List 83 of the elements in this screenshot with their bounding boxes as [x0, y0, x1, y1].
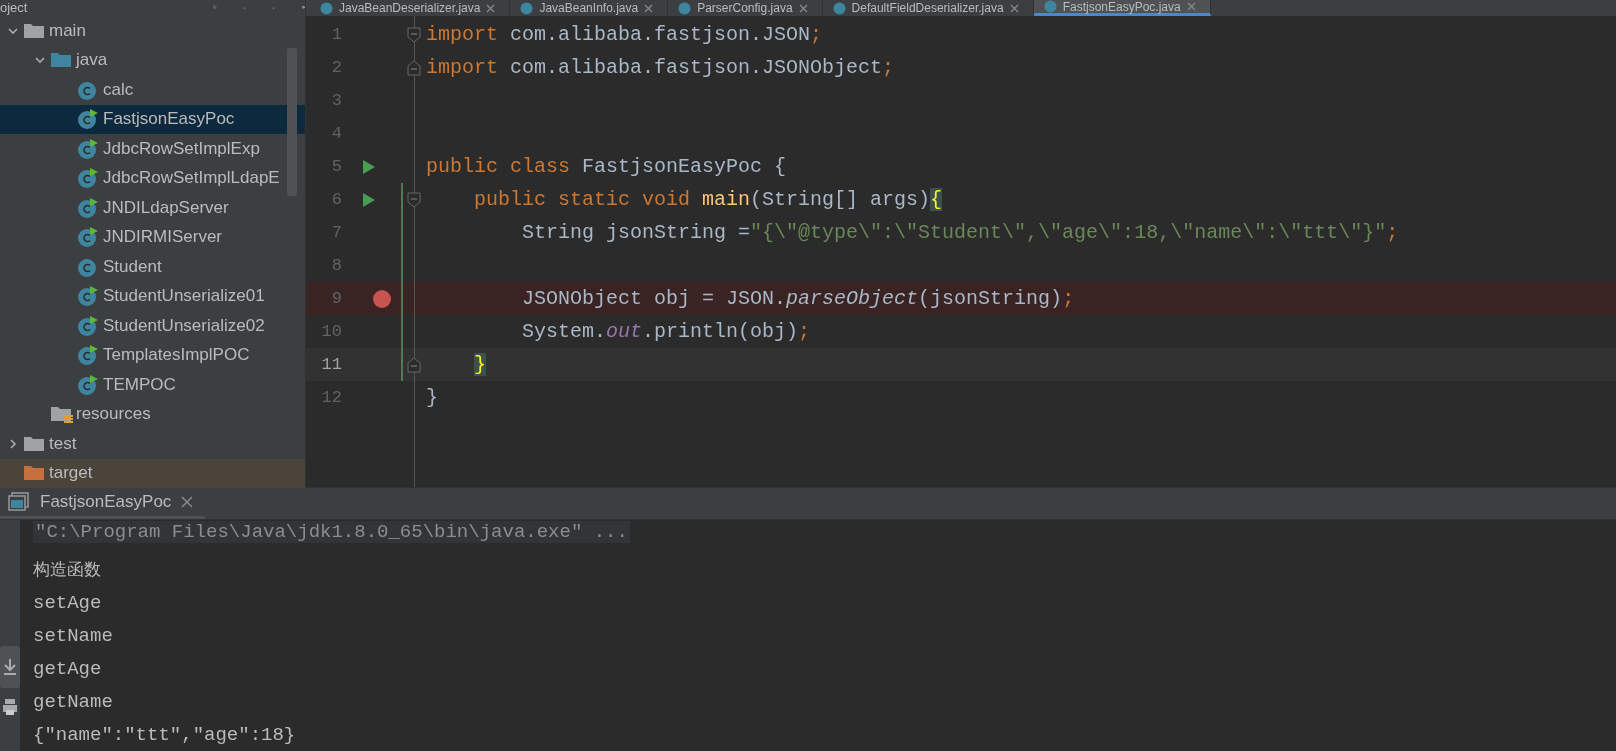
runnable-class-icon: [77, 167, 99, 190]
tree-item[interactable]: StudentUnserialize02: [0, 311, 305, 341]
scroll-to-end-button[interactable]: [0, 646, 20, 688]
fold-icon[interactable]: [407, 26, 421, 43]
line-number: 8: [330, 256, 342, 275]
run-command: "C:\Program Files\Java\jdk1.8.0_65\bin\java.exe" ...: [33, 521, 630, 543]
console-output: setName: [33, 624, 113, 647]
line-number: 11: [320, 355, 342, 374]
close-icon[interactable]: [181, 496, 194, 508]
line-number: 7: [330, 223, 342, 242]
close-icon[interactable]: [798, 3, 808, 13]
runnable-class-icon: [77, 137, 99, 160]
editor-tab[interactable]: JavaBeanInfo.java: [510, 0, 669, 16]
close-icon[interactable]: [1009, 3, 1019, 13]
tree-item[interactable]: JdbcRowSetImplExp: [0, 134, 305, 164]
runnable-class-icon: [77, 108, 99, 131]
tree-item[interactable]: test: [0, 429, 305, 459]
line-number: 2: [330, 58, 342, 77]
tree-item[interactable]: Student: [0, 252, 305, 282]
tree-item[interactable]: JdbcRowSetImplLdapE: [0, 163, 305, 193]
console-icon: [8, 492, 30, 512]
fold-icon[interactable]: [407, 191, 421, 208]
line-number: 10: [320, 322, 342, 341]
tree-item[interactable]: JNDILdapServer: [0, 193, 305, 223]
class-icon: [320, 1, 333, 15]
class-icon: [678, 1, 692, 15]
code-line: }: [425, 386, 439, 409]
close-icon[interactable]: [486, 3, 496, 13]
close-icon[interactable]: [1186, 2, 1196, 11]
runnable-class-icon: [77, 373, 99, 396]
code-line: public class FastjsonEasyPoc {: [425, 155, 788, 178]
line-number: 6: [330, 190, 342, 209]
tree-item[interactable]: TemplatesImplPOC: [0, 340, 305, 370]
console-output: setAge: [33, 591, 102, 614]
runnable-class-icon: [77, 196, 99, 219]
tree-item[interactable]: calc: [0, 75, 305, 105]
fold-icon[interactable]: [407, 356, 421, 373]
tree-item[interactable]: main: [0, 16, 305, 46]
line-number: 1: [330, 25, 342, 44]
tree-item[interactable]: resources: [0, 399, 305, 429]
tree-item[interactable]: java: [0, 45, 305, 75]
tree-item[interactable]: target: [0, 458, 305, 488]
editor-tab[interactable]: FastjsonEasyPoc.java: [1033, 0, 1211, 16]
class-icon: [1043, 0, 1057, 13]
code-line: String jsonString ="{\"@type\":\"Student\",\"age\":18,\"name\":\"ttt\"}";: [521, 221, 1400, 244]
runnable-class-icon: [77, 314, 99, 337]
tree-item[interactable]: FastjsonEasyPoc: [0, 104, 305, 134]
tree-item[interactable]: JNDIRMIServer: [0, 222, 305, 252]
chevron-right-icon[interactable]: [7, 437, 19, 450]
class-icon: [832, 1, 846, 15]
line-number: 5: [330, 157, 342, 176]
line-number: 12: [320, 388, 342, 407]
printer-icon[interactable]: [3, 698, 17, 716]
resources-folder-icon: [50, 404, 74, 425]
scrollbar[interactable]: [287, 48, 297, 196]
code-line: import com.alibaba.fastjson.JSONObject;: [425, 56, 896, 79]
code-line: System.out.println(obj);: [521, 320, 812, 343]
console-output: getName: [33, 690, 113, 713]
breakpoint-icon[interactable]: [373, 289, 391, 308]
console-output: getAge: [33, 657, 102, 680]
fold-icon[interactable]: [407, 59, 421, 76]
download-arrow-icon: [3, 658, 17, 676]
code-line: public static void main(String[] args){: [473, 188, 944, 211]
panel-title: oject: [0, 1, 28, 15]
line-number: 9: [330, 289, 342, 308]
code-line: JSONObject obj = JSON.parseObject(jsonString);: [521, 287, 1076, 310]
editor-tab[interactable]: ParserConfig.java: [668, 0, 823, 16]
editor-tab[interactable]: DefaultFieldDeserializer.java: [822, 0, 1034, 16]
runnable-class-icon: [77, 285, 99, 308]
runnable-class-icon: [77, 226, 99, 249]
run-icon[interactable]: [362, 191, 376, 208]
console-output: {"name":"ttt","age":18}: [33, 723, 296, 746]
console-output: 构造函数: [33, 558, 101, 581]
run-icon[interactable]: [362, 158, 376, 175]
close-icon[interactable]: [644, 3, 654, 13]
runnable-class-icon: [77, 344, 99, 367]
line-number: 3: [330, 91, 342, 110]
tree-item[interactable]: StudentUnserialize01: [0, 281, 305, 311]
class-icon: [520, 1, 534, 15]
line-number: 4: [330, 124, 342, 143]
code-line: import com.alibaba.fastjson.JSON;: [425, 23, 824, 46]
tree-item[interactable]: TEMPOC: [0, 370, 305, 400]
editor-tab[interactable]: JavaBeanDeserializer.java: [310, 0, 511, 16]
